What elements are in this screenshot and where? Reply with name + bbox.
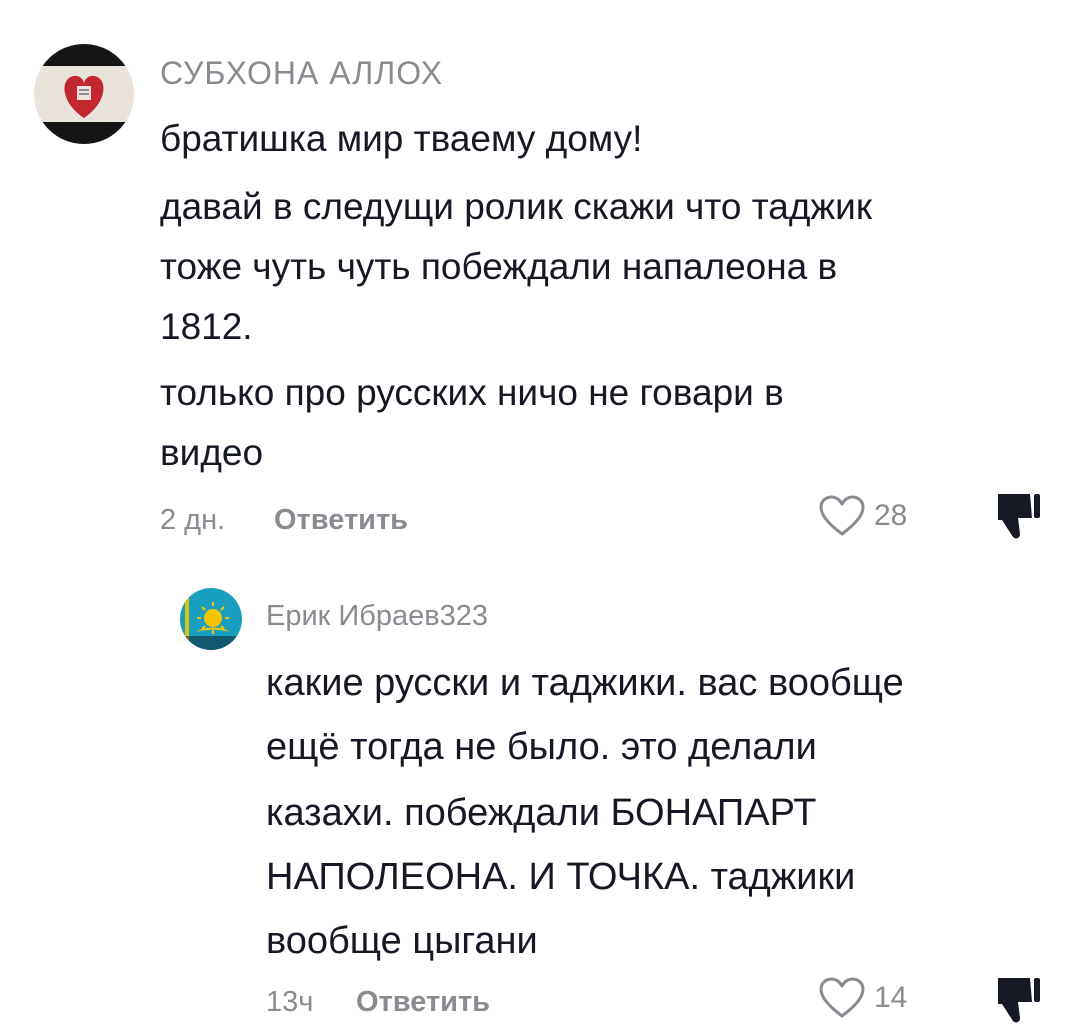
comment-timestamp: 2 дн. [160,504,226,536]
comment-text-line: тоже чуть чуть побеждали напалеона в [160,246,838,287]
comment-text-line: только про русских ничо не говари в [160,372,784,413]
reply-button[interactable]: Ответить [274,504,408,537]
comment-text-line: 1812. [160,306,253,347]
comment-text-line: НАПОЛЕОНА. И ТОЧКА. таджики [266,856,856,898]
comment-username[interactable]: Ерик Ибраев323 [266,600,488,633]
comment-text-line: братишка мир тваему дому! [160,118,643,159]
comment-text-line: казахи. побеждали БОНАПАРТ [266,792,817,834]
dislike-button[interactable] [992,490,1042,547]
heart-emblem-avatar-icon [34,44,134,144]
comments-screen: { "comments": [ { "username": "СУБХОНА А… [0,0,1080,1023]
heart-outline-icon [819,977,865,1018]
like-count: 28 [874,499,908,532]
comment-text-line: какие русски и таджики. вас вообще [266,662,904,704]
like-button[interactable]: 14 [818,976,907,1020]
like-count: 14 [874,981,908,1014]
kazakhstan-flag-avatar-icon [180,588,242,650]
dislike-button[interactable] [992,974,1042,1031]
thumbs-down-icon [998,978,1040,1023]
comment-text-line: вообще цыгани [266,920,538,962]
comment-timestamp: 13ч [266,986,314,1018]
reply-button[interactable]: Ответить [356,986,490,1019]
comment-text-line: видео [160,432,264,473]
comment-username[interactable]: СУБХОНА АЛЛОХ [160,55,443,92]
comment-text-line: давай в следущи ролик скажи что таджик [160,186,873,227]
user-avatar[interactable] [34,44,134,144]
thumbs-down-icon [998,494,1040,539]
comment-text-line: ещё тогда не было. это делали [266,726,817,768]
user-avatar[interactable] [180,588,242,650]
heart-outline-icon [819,495,865,536]
like-button[interactable]: 28 [818,494,907,538]
